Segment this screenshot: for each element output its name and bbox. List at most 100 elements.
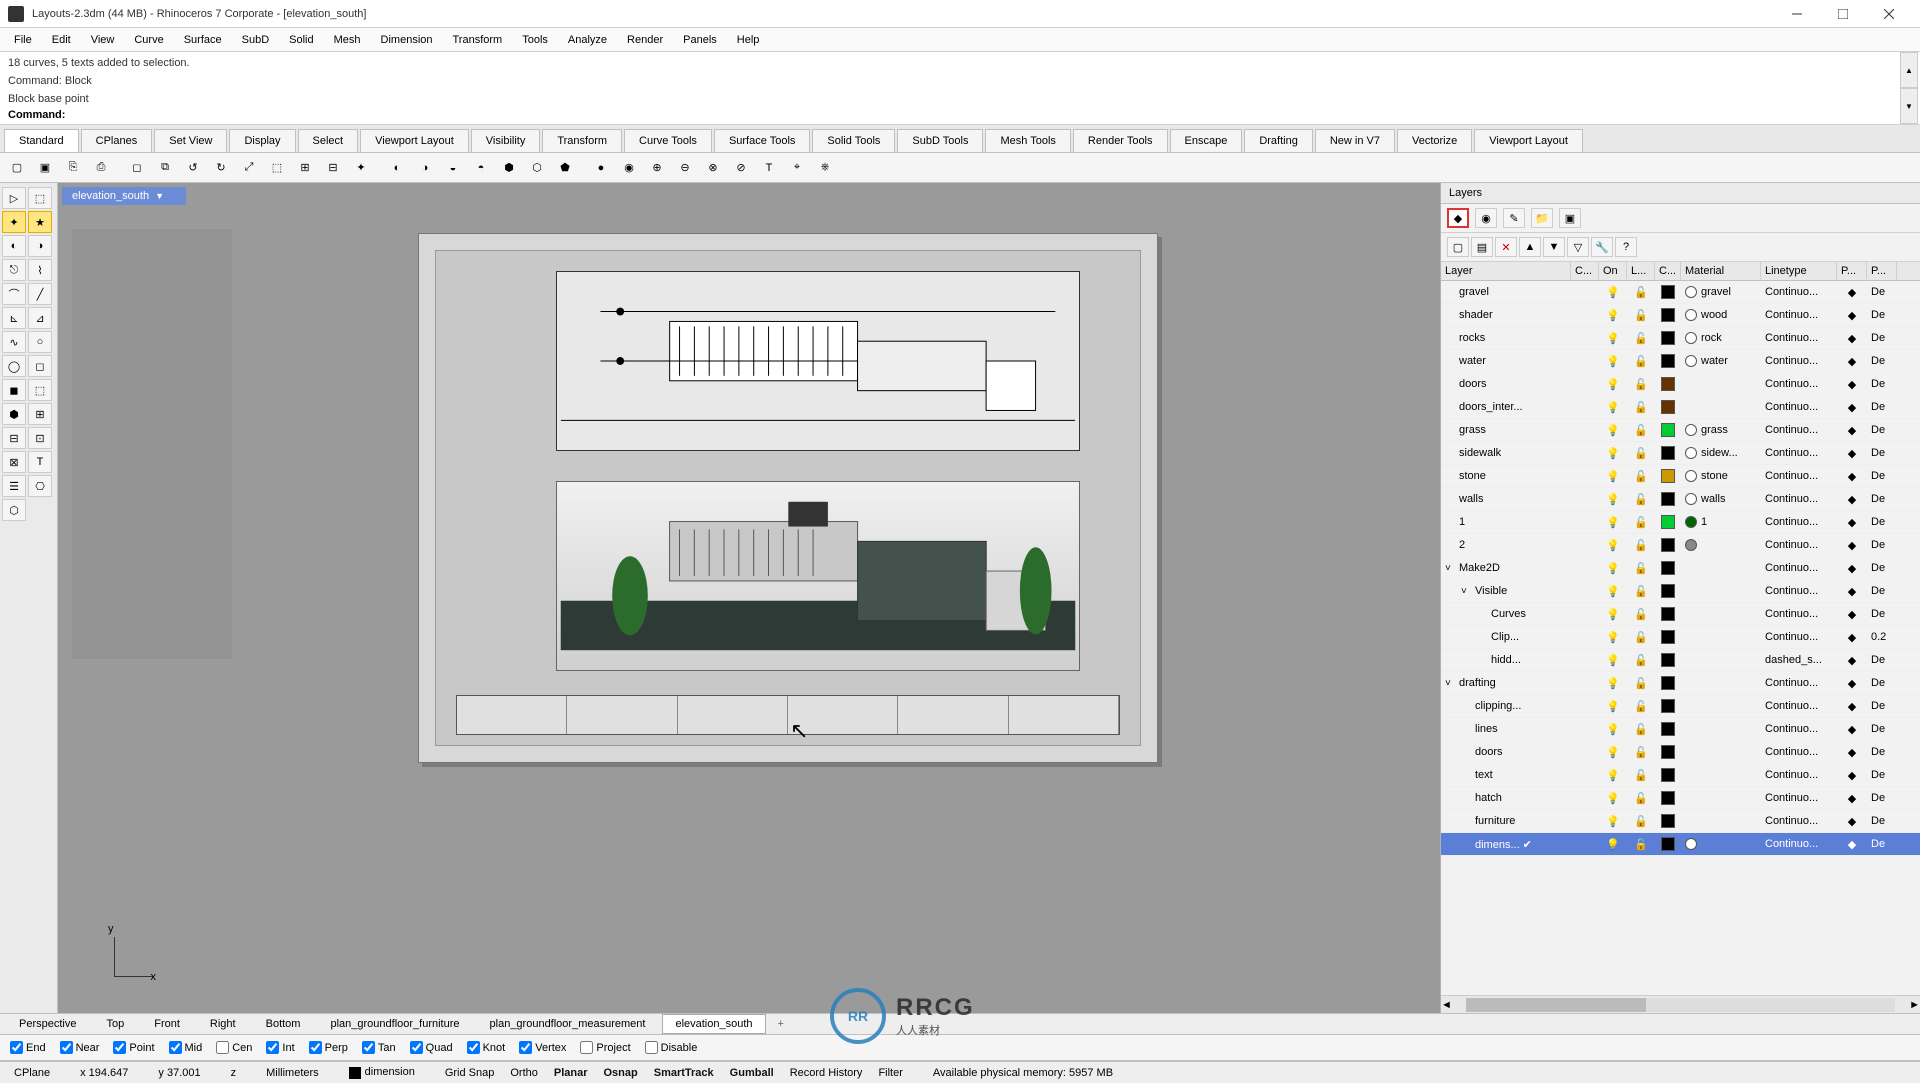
layer-printwidth[interactable]: De bbox=[1867, 562, 1897, 574]
layer-lock-icon[interactable]: 🔓 bbox=[1627, 493, 1655, 506]
layer-linetype[interactable]: Continuo... bbox=[1761, 355, 1837, 367]
layer-lock-icon[interactable]: 🔓 bbox=[1627, 677, 1655, 690]
tab-transform[interactable]: Transform bbox=[542, 129, 622, 152]
osnap-vertex[interactable]: Vertex bbox=[519, 1041, 566, 1054]
osnap-checkbox[interactable] bbox=[309, 1041, 322, 1054]
layer-linetype[interactable]: Continuo... bbox=[1761, 493, 1837, 505]
move-down-icon[interactable]: ▼ bbox=[1543, 237, 1565, 257]
toolbar-icon-30[interactable]: ⌖ bbox=[784, 156, 810, 180]
layer-row-text[interactable]: text💡🔓Continuo...◆De bbox=[1441, 764, 1920, 787]
layer-lock-icon[interactable]: 🔓 bbox=[1627, 792, 1655, 805]
layer-row-water[interactable]: water💡🔓waterContinuo...◆De bbox=[1441, 350, 1920, 373]
layer-printcolor[interactable]: ◆ bbox=[1837, 309, 1867, 322]
layers-horizontal-scrollbar[interactable]: ◄ ► bbox=[1441, 995, 1920, 1013]
menu-surface[interactable]: Surface bbox=[174, 30, 232, 50]
toolbar-icon-5[interactable]: ◻ bbox=[124, 156, 150, 180]
layer-row-hidd-[interactable]: hidd...💡🔓dashed_s...◆De bbox=[1441, 649, 1920, 672]
osnap-cen[interactable]: Cen bbox=[216, 1041, 252, 1054]
menu-subd[interactable]: SubD bbox=[232, 30, 280, 50]
layer-on-icon[interactable]: 💡 bbox=[1599, 677, 1627, 690]
layer-color[interactable] bbox=[1655, 722, 1681, 736]
layer-linetype[interactable]: Continuo... bbox=[1761, 447, 1837, 459]
left-tool-9[interactable]: ╱ bbox=[28, 283, 52, 305]
layer-printwidth[interactable]: 0.2 bbox=[1867, 631, 1897, 643]
layer-color[interactable] bbox=[1655, 331, 1681, 345]
layer-color[interactable] bbox=[1655, 745, 1681, 759]
layer-color[interactable] bbox=[1655, 676, 1681, 690]
layer-printcolor[interactable]: ◆ bbox=[1837, 424, 1867, 437]
layer-printwidth[interactable]: De bbox=[1867, 654, 1897, 666]
layer-printcolor[interactable]: ◆ bbox=[1837, 378, 1867, 391]
layer-row-sidewalk[interactable]: sidewalk💡🔓sidew...Continuo...◆De bbox=[1441, 442, 1920, 465]
view-tab-perspective[interactable]: Perspective bbox=[6, 1014, 89, 1034]
osnap-disable[interactable]: Disable bbox=[645, 1041, 698, 1054]
toolbar-icon-2[interactable]: ⎘ bbox=[60, 156, 86, 180]
layer-lock-icon[interactable]: 🔓 bbox=[1627, 516, 1655, 529]
tab-viewport-layout[interactable]: Viewport Layout bbox=[1474, 129, 1583, 152]
layer-printwidth[interactable]: De bbox=[1867, 769, 1897, 781]
left-tool-16[interactable]: ◼ bbox=[2, 379, 26, 401]
layout-sheet[interactable] bbox=[418, 233, 1158, 763]
tab-visibility[interactable]: Visibility bbox=[471, 129, 541, 152]
layer-lock-icon[interactable]: 🔓 bbox=[1627, 401, 1655, 414]
left-tool-12[interactable]: ∿ bbox=[2, 331, 26, 353]
toolbar-icon-20[interactable]: ⬡ bbox=[524, 156, 550, 180]
layer-printwidth[interactable]: De bbox=[1867, 447, 1897, 459]
layer-on-icon[interactable]: 💡 bbox=[1599, 746, 1627, 759]
toolbar-icon-24[interactable]: ◉ bbox=[616, 156, 642, 180]
tab-vectorize[interactable]: Vectorize bbox=[1397, 129, 1472, 152]
layer-on-icon[interactable]: 💡 bbox=[1599, 815, 1627, 828]
layer-linetype[interactable]: Continuo... bbox=[1761, 700, 1837, 712]
col-layer[interactable]: Layer bbox=[1441, 262, 1571, 280]
left-tool-18[interactable]: ⬢ bbox=[2, 403, 26, 425]
layer-row-furniture[interactable]: furniture💡🔓Continuo...◆De bbox=[1441, 810, 1920, 833]
folder-tab-icon[interactable]: 📁 bbox=[1531, 208, 1553, 228]
layer-printcolor[interactable]: ◆ bbox=[1837, 815, 1867, 828]
left-tool-19[interactable]: ⊞ bbox=[28, 403, 52, 425]
status-toggle-osnap[interactable]: Osnap bbox=[596, 1067, 646, 1079]
menu-tools[interactable]: Tools bbox=[512, 30, 558, 50]
layer-on-icon[interactable]: 💡 bbox=[1599, 332, 1627, 345]
layer-on-icon[interactable]: 💡 bbox=[1599, 309, 1627, 322]
view-tab-top[interactable]: Top bbox=[93, 1014, 137, 1034]
left-tool-10[interactable]: ⊾ bbox=[2, 307, 26, 329]
layer-on-icon[interactable]: 💡 bbox=[1599, 286, 1627, 299]
layer-linetype[interactable]: Continuo... bbox=[1761, 723, 1837, 735]
toolbar-icon-23[interactable]: ● bbox=[588, 156, 614, 180]
osnap-project[interactable]: Project bbox=[580, 1041, 630, 1054]
layer-row-rocks[interactable]: rocks💡🔓rockContinuo...◆De bbox=[1441, 327, 1920, 350]
layer-printwidth[interactable]: De bbox=[1867, 815, 1897, 827]
layer-color[interactable] bbox=[1655, 837, 1681, 851]
layer-material[interactable]: grass bbox=[1681, 424, 1761, 436]
layer-lock-icon[interactable]: 🔓 bbox=[1627, 723, 1655, 736]
left-tool-13[interactable]: ○ bbox=[28, 331, 52, 353]
layer-color[interactable] bbox=[1655, 653, 1681, 667]
layer-row-clipping-[interactable]: clipping...💡🔓Continuo...◆De bbox=[1441, 695, 1920, 718]
col-printcolor[interactable]: P... bbox=[1837, 262, 1867, 280]
osnap-checkbox[interactable] bbox=[580, 1041, 593, 1054]
left-tool-25[interactable]: ⎔ bbox=[28, 475, 52, 497]
layer-on-icon[interactable]: 💡 bbox=[1599, 792, 1627, 805]
osnap-point[interactable]: Point bbox=[113, 1041, 154, 1054]
toolbar-icon-29[interactable]: T bbox=[756, 156, 782, 180]
layer-row-visible[interactable]: ˅Visible💡🔓Continuo...◆De bbox=[1441, 580, 1920, 603]
left-tool-26[interactable]: ⬡ bbox=[2, 499, 26, 521]
left-tool-5[interactable]: ◑ bbox=[28, 235, 52, 257]
menu-curve[interactable]: Curve bbox=[124, 30, 173, 50]
layer-printwidth[interactable]: De bbox=[1867, 493, 1897, 505]
osnap-checkbox[interactable] bbox=[410, 1041, 423, 1054]
status-toggle-ortho[interactable]: Ortho bbox=[502, 1067, 546, 1079]
layer-material[interactable]: rock bbox=[1681, 332, 1761, 344]
tab-display[interactable]: Display bbox=[229, 129, 295, 152]
layer-material[interactable]: 1 bbox=[1681, 516, 1761, 528]
toolbar-icon-7[interactable]: ↺ bbox=[180, 156, 206, 180]
layer-on-icon[interactable]: 💡 bbox=[1599, 516, 1627, 529]
osnap-checkbox[interactable] bbox=[113, 1041, 126, 1054]
layer-color[interactable] bbox=[1655, 423, 1681, 437]
layer-lock-icon[interactable]: 🔓 bbox=[1627, 746, 1655, 759]
layer-printwidth[interactable]: De bbox=[1867, 355, 1897, 367]
toolbar-icon-8[interactable]: ↻ bbox=[208, 156, 234, 180]
layer-row-doors[interactable]: doors💡🔓Continuo...◆De bbox=[1441, 373, 1920, 396]
layer-row-drafting[interactable]: ˅drafting💡🔓Continuo...◆De bbox=[1441, 672, 1920, 695]
command-scroll-down[interactable]: ▼ bbox=[1900, 88, 1918, 124]
